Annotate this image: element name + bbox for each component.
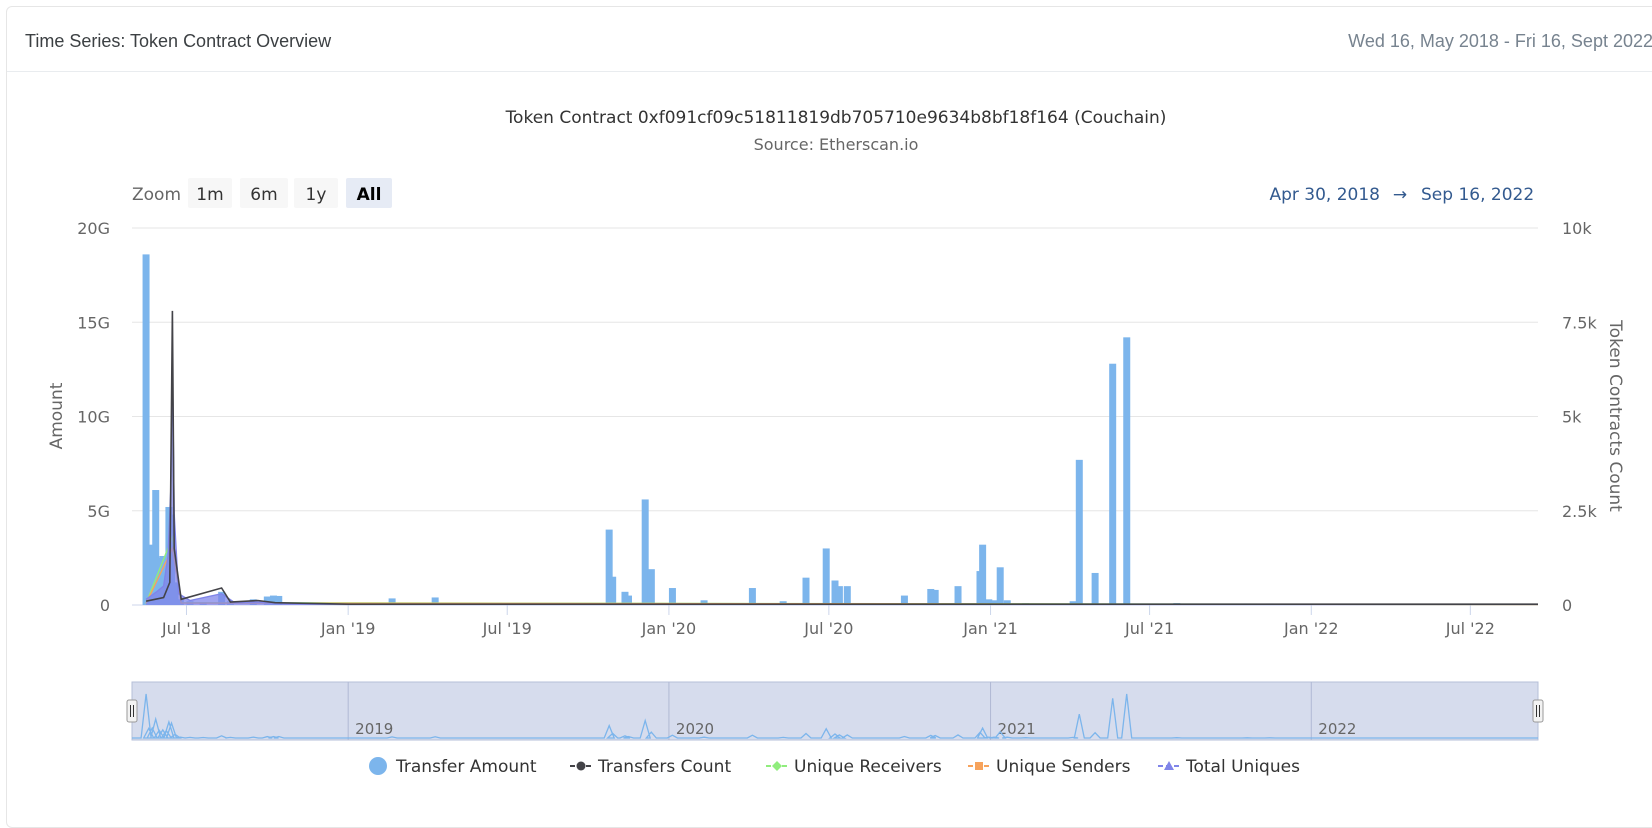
chart-subtitle: Source: Etherscan.io [754, 135, 919, 154]
transfer-amount-bar[interactable] [1109, 363, 1117, 605]
legend-item-total-uniques[interactable]: Total Uniques [1158, 757, 1300, 777]
navigator-right-handle[interactable] [1532, 699, 1544, 723]
y2-tick-label: 0 [1562, 596, 1572, 615]
total-uniques-line[interactable] [145, 363, 1538, 606]
y-tick-label: 10G [77, 408, 110, 427]
x-tick-label: Jan '21 [962, 619, 1018, 638]
total-uniques-area [146, 363, 1538, 605]
navigator-year-label: 2019 [355, 720, 393, 738]
zoom-button-label[interactable]: 6m [250, 185, 277, 205]
legend-marker [576, 761, 586, 771]
range-to[interactable]: Sep 16, 2022 [1421, 185, 1534, 205]
transfer-amount-bar[interactable] [1123, 337, 1131, 605]
legend-marker [369, 757, 387, 775]
y-tick-label: 5G [87, 502, 110, 521]
x-tick-label: Jul '22 [1445, 619, 1495, 638]
handle-body[interactable] [126, 699, 138, 723]
legend-label[interactable]: Transfers Count [597, 757, 731, 777]
transfers-count-line[interactable] [145, 310, 1538, 605]
legend-item-unique-senders[interactable]: Unique Senders [968, 757, 1131, 777]
transfer-amount-bar[interactable] [843, 586, 851, 605]
y2-axis-title: Token Contracts Count [1605, 319, 1625, 512]
transfer-amount-bar[interactable] [802, 577, 810, 605]
legend-label[interactable]: Unique Senders [996, 757, 1131, 777]
legend-label[interactable]: Transfer Amount [395, 757, 537, 777]
transfer-amount-bar[interactable] [954, 586, 962, 605]
y-tick-label: 0 [100, 596, 110, 615]
transfer-amount-bar[interactable] [668, 588, 676, 605]
zoom-button-All[interactable]: All [346, 178, 392, 208]
transfer-amount-bar[interactable] [748, 588, 756, 605]
transfer-amount-bar[interactable] [609, 576, 617, 605]
x-tick-label: Jan '22 [1283, 619, 1339, 638]
navigator-left-handle[interactable] [126, 699, 138, 723]
y2-tick-label: 7.5k [1562, 313, 1597, 332]
y-axis-title: Amount [47, 382, 67, 449]
handle-body[interactable] [1532, 699, 1544, 723]
y-tick-label: 20G [77, 219, 110, 238]
zoom-label: Zoom [132, 185, 181, 205]
transfer-amount-bar[interactable] [822, 548, 830, 605]
x-tick-label: Jan '20 [641, 619, 697, 638]
range-from[interactable]: Apr 30, 2018 [1269, 185, 1380, 205]
transfer-amount-bar[interactable] [835, 586, 843, 605]
x-tick-label: Jul '19 [482, 619, 532, 638]
zoom-button-1m[interactable]: 1m [188, 178, 232, 208]
x-tick-label: Jul '21 [1124, 619, 1174, 638]
y2-tick-label: 5k [1562, 408, 1582, 427]
range-arrow: → [1393, 185, 1407, 205]
zoom-button-label[interactable]: All [357, 185, 382, 205]
y-tick-label: 15G [77, 313, 110, 332]
transfer-amount-bar[interactable] [1091, 572, 1099, 605]
transfer-amount-bar[interactable] [641, 499, 649, 605]
x-tick-label: Jul '20 [803, 619, 853, 638]
legend-label[interactable]: Unique Receivers [794, 757, 942, 777]
transfer-amount-bar[interactable] [1075, 459, 1083, 605]
zoom-button-label[interactable]: 1y [306, 185, 327, 205]
legend-marker [975, 762, 983, 770]
transfer-amount-bar[interactable] [979, 544, 987, 605]
zoom-button-label[interactable]: 1m [196, 185, 223, 205]
zoom-button-6m[interactable]: 6m [240, 178, 288, 208]
chart-title: Token Contract 0xf091cf09c51811819db7057… [505, 108, 1167, 128]
legend-marker [772, 761, 782, 771]
transfer-amount-bar[interactable] [647, 569, 655, 605]
legend-item-transfers-count[interactable]: Transfers Count [570, 757, 731, 777]
legend-item-transfer-amount[interactable]: Transfer Amount [369, 757, 537, 777]
navigator-year-label: 2020 [676, 720, 714, 738]
y2-tick-label: 2.5k [1562, 502, 1597, 521]
navigator-year-label: 2022 [1318, 720, 1356, 738]
time-series-chart: Token Contract 0xf091cf09c51811819db7057… [47, 108, 1625, 777]
x-tick-label: Jan '19 [320, 619, 376, 638]
transfer-amount-bar[interactable] [996, 567, 1004, 605]
legend-item-unique-receivers[interactable]: Unique Receivers [766, 757, 942, 777]
legend-marker [1164, 761, 1174, 770]
transfer-amount-bar[interactable] [931, 589, 939, 605]
legend-label[interactable]: Total Uniques [1185, 757, 1300, 777]
x-tick-label: Jul '18 [161, 619, 211, 638]
y2-tick-label: 10k [1562, 219, 1592, 238]
zoom-button-1y[interactable]: 1y [294, 178, 338, 208]
